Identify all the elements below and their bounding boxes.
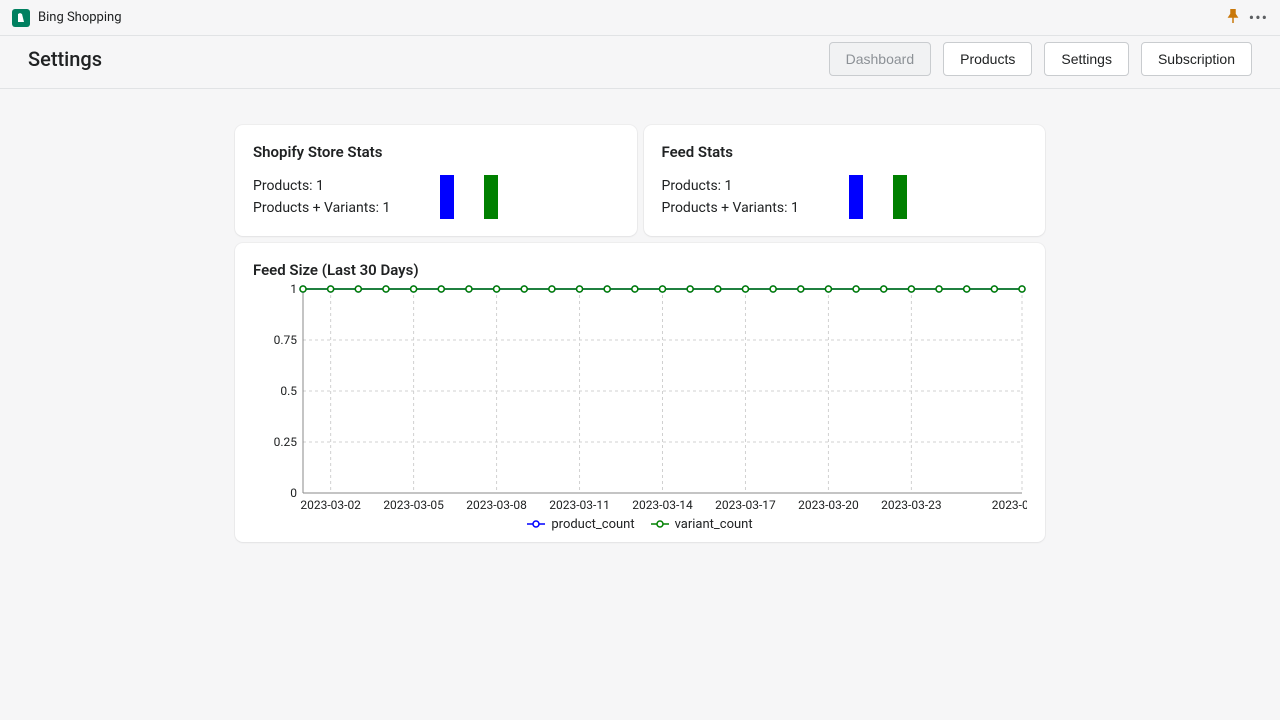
content: Shopify Store Stats Products: 1 Products…	[0, 89, 1280, 542]
label: Products + Variants:	[253, 200, 382, 216]
shopify-stats-card: Shopify Store Stats Products: 1 Products…	[235, 125, 637, 236]
bar-variants	[484, 175, 498, 219]
line-chart: 0 0.25 0.5 0.75 1 2023-03-02 2023-03-05 2023-03…	[253, 283, 1027, 513]
shopify-stats-text: Products: 1 Products + Variants: 1	[253, 175, 390, 220]
svg-text:2023-03-11: 2023-03-11	[549, 498, 610, 512]
titlebar: Bing Shopping •••	[0, 0, 1280, 36]
legend-label: product_count	[551, 517, 634, 532]
svg-text:2023-03-20: 2023-03-20	[798, 498, 859, 512]
card-title: Shopify Store Stats	[253, 143, 619, 161]
card-title: Feed Stats	[662, 143, 1028, 161]
mini-bar-chart	[440, 175, 498, 219]
value: 1	[316, 178, 324, 194]
svg-text:2023-03-05: 2023-03-05	[383, 498, 444, 512]
label: Products:	[662, 178, 725, 194]
label: Products + Variants:	[662, 200, 791, 216]
pin-icon[interactable]	[1227, 9, 1239, 27]
svg-text:2023-03-17: 2023-03-17	[715, 498, 776, 512]
page-title: Settings	[28, 47, 829, 71]
legend-product-count: product_count	[527, 517, 634, 532]
feed-size-chart-card: Feed Size (Last 30 Days) 0 0.25 0.5 0.75 1 20…	[235, 243, 1045, 542]
svg-text:2023-03-14: 2023-03-14	[632, 498, 693, 512]
feed-stats-card: Feed Stats Products: 1 Products + Varian…	[644, 125, 1046, 236]
svg-text:0.25: 0.25	[274, 435, 298, 449]
more-icon[interactable]: •••	[1249, 8, 1268, 27]
nav-products[interactable]: Products	[943, 42, 1032, 76]
svg-text:0.5: 0.5	[280, 384, 297, 398]
svg-text:2023-03-08: 2023-03-08	[466, 498, 527, 512]
bar-products	[849, 175, 863, 219]
svg-text:0.75: 0.75	[274, 333, 298, 347]
nav-subscription[interactable]: Subscription	[1141, 42, 1252, 76]
nav: Dashboard Products Settings Subscription	[829, 42, 1252, 76]
nav-dashboard[interactable]: Dashboard	[829, 42, 932, 76]
app-name: Bing Shopping	[38, 10, 1227, 25]
app-icon	[12, 9, 30, 27]
svg-text:1: 1	[290, 283, 297, 296]
feed-stats-text: Products: 1 Products + Variants: 1	[662, 175, 799, 220]
mini-bar-chart	[849, 175, 907, 219]
chart-title: Feed Size (Last 30 Days)	[253, 261, 1027, 279]
bar-products	[440, 175, 454, 219]
svg-text:0: 0	[290, 486, 297, 500]
value: 1	[725, 178, 733, 194]
value: 1	[791, 200, 799, 216]
label: Products:	[253, 178, 316, 194]
svg-text:2023-03-23: 2023-03-23	[881, 498, 942, 512]
chart-legend: product_count variant_count	[253, 517, 1027, 532]
nav-settings[interactable]: Settings	[1044, 42, 1129, 76]
legend-label: variant_count	[675, 517, 753, 532]
bar-variants	[893, 175, 907, 219]
legend-variant-count: variant_count	[651, 517, 753, 532]
value: 1	[382, 200, 390, 216]
page-header: Settings Dashboard Products Settings Sub…	[0, 36, 1280, 89]
svg-text:2023-03-02: 2023-03-02	[300, 498, 361, 512]
svg-text:2023-03-27: 2023-03-27	[992, 498, 1027, 512]
